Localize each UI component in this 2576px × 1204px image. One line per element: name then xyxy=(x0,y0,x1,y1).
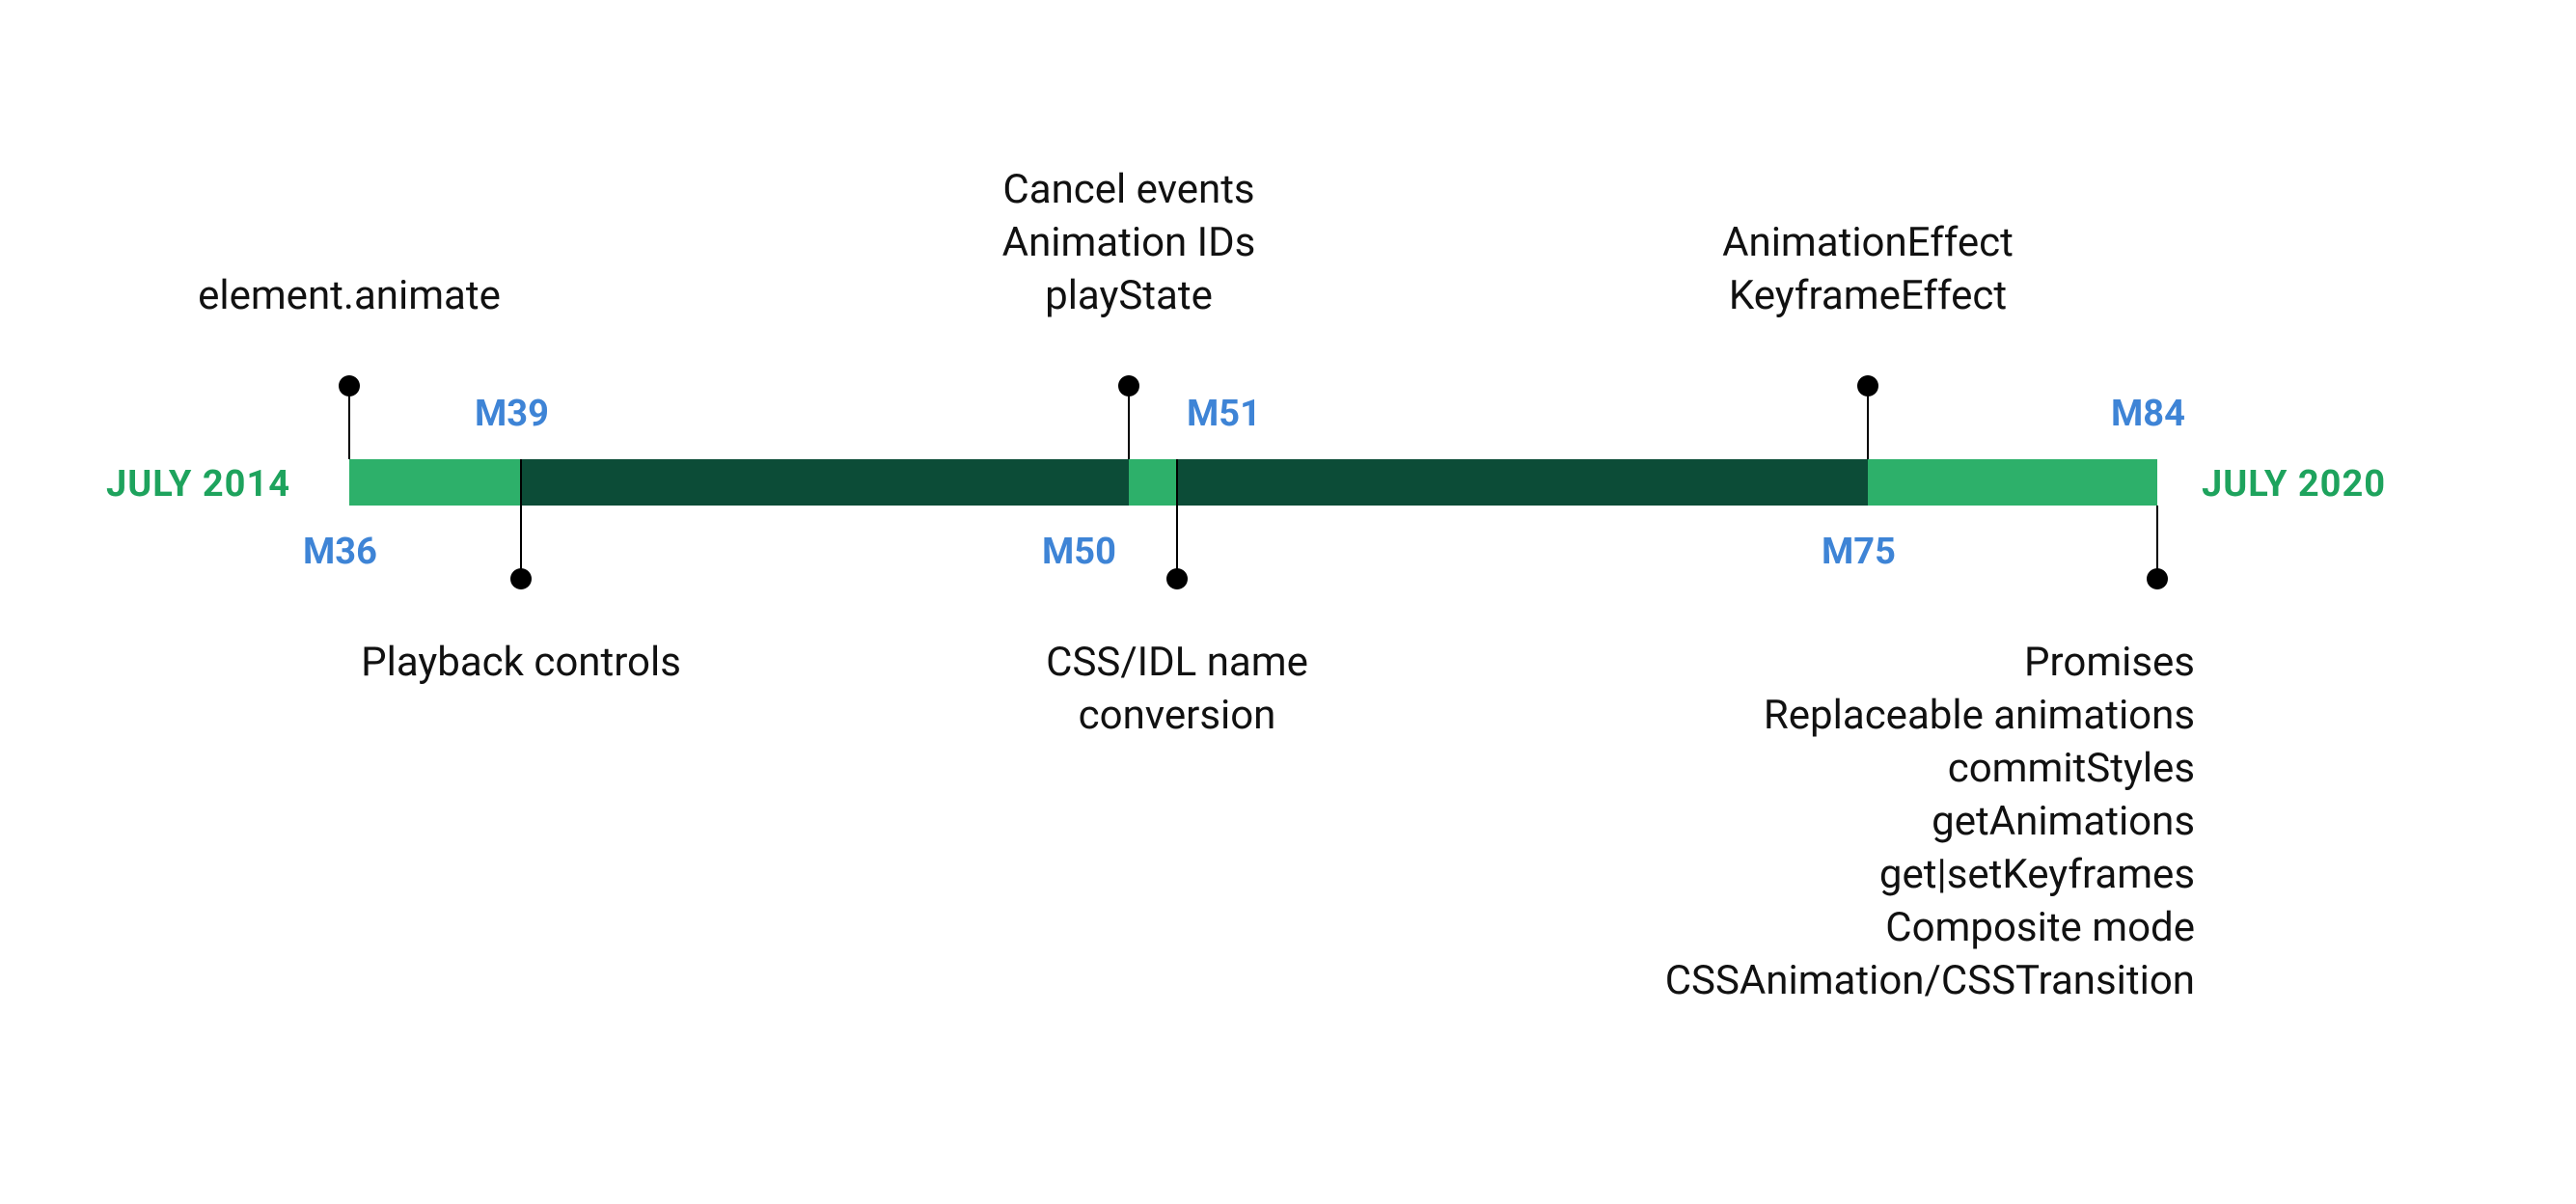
timeline-segment xyxy=(1129,459,1177,506)
feature-m75-0: AnimationEffect xyxy=(1722,217,2014,270)
event-dot-m39 xyxy=(510,568,532,589)
timeline-segment xyxy=(1868,459,2157,506)
feature-m84-2: commitStyles xyxy=(1948,743,2195,796)
event-dot-m51 xyxy=(1118,375,1139,397)
milestone-m75: M75 xyxy=(1822,531,1896,573)
milestone-m39: M39 xyxy=(475,393,549,435)
event-dot-m36 xyxy=(339,375,360,397)
feature-m51-0: Cancel events xyxy=(1002,164,1254,217)
timeline-segment xyxy=(349,459,521,506)
timeline-segment xyxy=(1177,459,1868,506)
feature-m36-0: element.animate xyxy=(198,270,501,323)
feature-m50-1: conversion xyxy=(1079,690,1276,743)
timeline-divider xyxy=(520,459,522,506)
feature-m84-6: CSSAnimation/CSSTransition xyxy=(1665,955,2195,1008)
event-stem-m36 xyxy=(348,386,350,459)
event-dot-m50 xyxy=(1166,568,1188,589)
feature-m39-0: Playback controls xyxy=(361,637,681,690)
event-dot-m84 xyxy=(2147,568,2168,589)
feature-m84-1: Replaceable animations xyxy=(1764,690,2195,743)
feature-m84-4: get|setKeyframes xyxy=(1879,849,2195,902)
milestone-m84: M84 xyxy=(2111,393,2185,435)
milestone-m50: M50 xyxy=(1042,531,1116,573)
feature-m51-1: Animation IDs xyxy=(1002,217,1256,270)
timeline-segment xyxy=(521,459,1129,506)
event-dot-m75 xyxy=(1857,375,1878,397)
feature-m51-2: playState xyxy=(1045,270,1213,323)
event-stem-m75 xyxy=(1867,386,1869,459)
milestone-m51: M51 xyxy=(1187,393,1261,435)
feature-m84-3: getAnimations xyxy=(1932,796,2195,849)
timeline-diagram: JULY 2014 JULY 2020 M36 element.animate … xyxy=(0,0,2576,1204)
feature-m84-0: Promises xyxy=(2024,637,2195,690)
timeline-end-label: JULY 2020 xyxy=(2202,463,2386,506)
milestone-m36: M36 xyxy=(303,531,377,573)
feature-m75-1: KeyframeEffect xyxy=(1729,270,2007,323)
timeline-start-label: JULY 2014 xyxy=(106,463,290,506)
feature-m84-5: Composite mode xyxy=(1885,902,2195,955)
feature-m50-0: CSS/IDL name xyxy=(1046,637,1308,690)
timeline-divider xyxy=(1176,459,1178,506)
event-stem-m51 xyxy=(1128,386,1130,459)
